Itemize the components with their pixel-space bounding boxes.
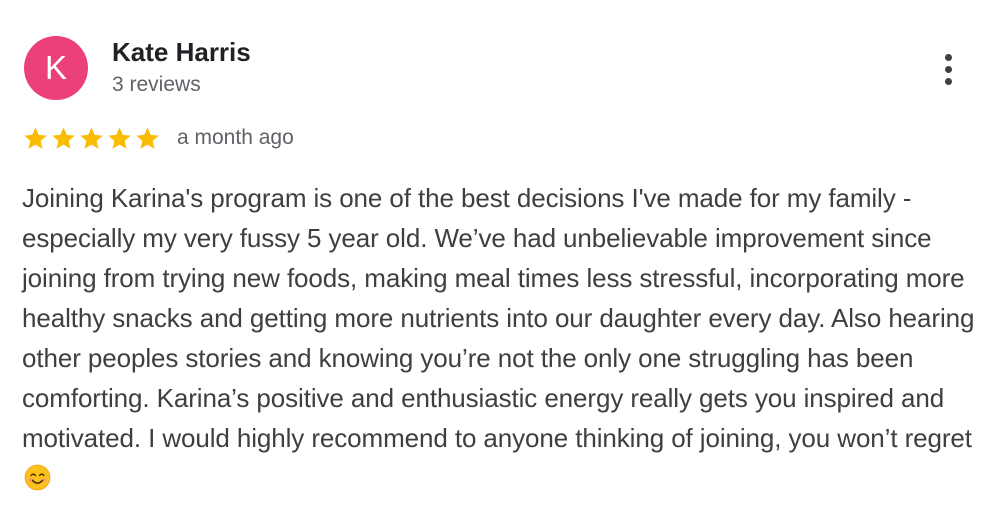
avatar-initial: K — [44, 49, 67, 86]
review-date: a month ago — [177, 126, 294, 149]
star-icon — [134, 125, 161, 152]
rating-row: a month ago — [22, 122, 294, 154]
more-options-button[interactable] — [933, 48, 963, 90]
reviewer-review-count: 3 reviews — [112, 73, 201, 96]
review-body: Joining Karina's program is one of the b… — [22, 178, 977, 498]
more-vert-icon — [944, 53, 952, 61]
more-vert-icon-dot — [944, 77, 952, 85]
star-icon — [78, 125, 105, 152]
review-text: Joining Karina's program is one of the b… — [22, 183, 975, 453]
smiling-face-emoji-icon — [24, 464, 51, 491]
star-icon — [50, 125, 77, 152]
star-icon — [22, 125, 49, 152]
star-icon — [106, 125, 133, 152]
avatar[interactable]: K — [24, 36, 88, 100]
reviewer-name[interactable]: Kate Harris — [112, 37, 251, 67]
star-rating — [22, 125, 161, 152]
review-card: K Kate Harris 3 reviews a month ago Join… — [0, 0, 989, 532]
more-vert-icon-dot — [944, 65, 952, 73]
